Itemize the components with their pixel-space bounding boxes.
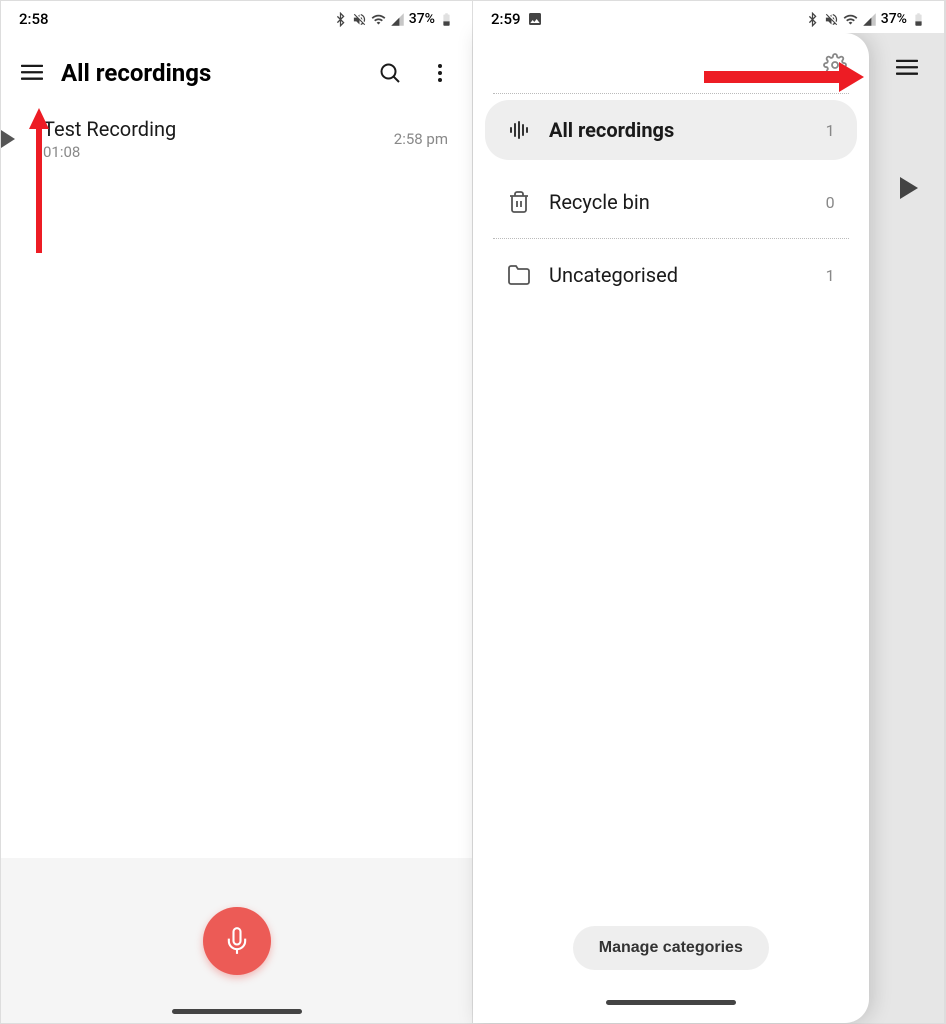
manage-categories-button[interactable]: Manage categories xyxy=(573,926,769,970)
battery-percent: 37% xyxy=(409,11,435,27)
divider xyxy=(493,238,849,239)
drawer-item-count: 1 xyxy=(826,266,835,285)
hamburger-menu-icon[interactable] xyxy=(896,59,918,77)
signal-icon xyxy=(390,12,405,27)
battery-icon xyxy=(911,12,926,27)
drawer-item-label: Recycle bin xyxy=(549,190,808,214)
image-icon xyxy=(527,11,543,27)
annotation-arrow-up xyxy=(27,103,51,253)
navigation-bar[interactable] xyxy=(172,1009,302,1014)
status-time: 2:59 xyxy=(491,10,521,28)
waveform-icon xyxy=(507,118,531,142)
status-bar: 2:58 37% xyxy=(1,1,472,33)
mute-icon xyxy=(824,12,839,27)
battery-icon xyxy=(439,12,454,27)
status-time: 2:58 xyxy=(19,10,49,28)
signal-icon xyxy=(862,12,877,27)
drawer-item-count: 0 xyxy=(826,193,835,212)
screen-drawer-open: 2:59 37% xyxy=(473,1,945,1023)
navigation-bar[interactable] xyxy=(606,1000,736,1005)
status-icons: 37% xyxy=(333,11,454,27)
drawer-item-all-recordings[interactable]: All recordings 1 xyxy=(485,100,857,160)
drawer-item-uncategorised[interactable]: Uncategorised 1 xyxy=(485,245,857,305)
recording-name: Test Recording xyxy=(43,117,394,141)
recording-list-item[interactable]: Test Recording 01:08 2:58 pm xyxy=(1,103,472,175)
wifi-icon xyxy=(371,12,386,27)
record-button[interactable] xyxy=(203,907,271,975)
folder-icon xyxy=(507,263,531,287)
bluetooth-icon xyxy=(805,12,820,27)
search-icon[interactable] xyxy=(378,61,402,85)
play-icon[interactable] xyxy=(1,130,15,148)
annotation-arrow-right xyxy=(699,59,869,95)
app-header: All recordings xyxy=(1,33,472,103)
bottom-toolbar xyxy=(1,858,472,1023)
drawer-item-recycle-bin[interactable]: Recycle bin 0 xyxy=(485,172,857,232)
play-icon[interactable] xyxy=(900,177,918,199)
mute-icon xyxy=(352,12,367,27)
drawer-item-label: All recordings xyxy=(549,118,808,142)
page-title: All recordings xyxy=(61,59,360,87)
drawer-item-count: 1 xyxy=(826,121,835,140)
status-bar: 2:59 37% xyxy=(473,1,944,33)
battery-percent: 37% xyxy=(881,11,907,27)
hamburger-menu-icon[interactable] xyxy=(21,64,43,82)
screen-recordings-list: 2:58 37% All recordings Test Recording 0… xyxy=(1,1,473,1023)
recording-timestamp: 2:58 pm xyxy=(394,130,448,148)
bluetooth-icon xyxy=(333,12,348,27)
drawer-item-label: Uncategorised xyxy=(549,263,808,287)
more-options-icon[interactable] xyxy=(428,61,452,85)
wifi-icon xyxy=(843,12,858,27)
status-icons: 37% xyxy=(805,11,926,27)
recording-duration: 01:08 xyxy=(43,143,394,161)
trash-icon xyxy=(507,190,531,214)
navigation-drawer: All recordings 1 Recycle bin 0 Uncategor… xyxy=(473,33,869,1023)
